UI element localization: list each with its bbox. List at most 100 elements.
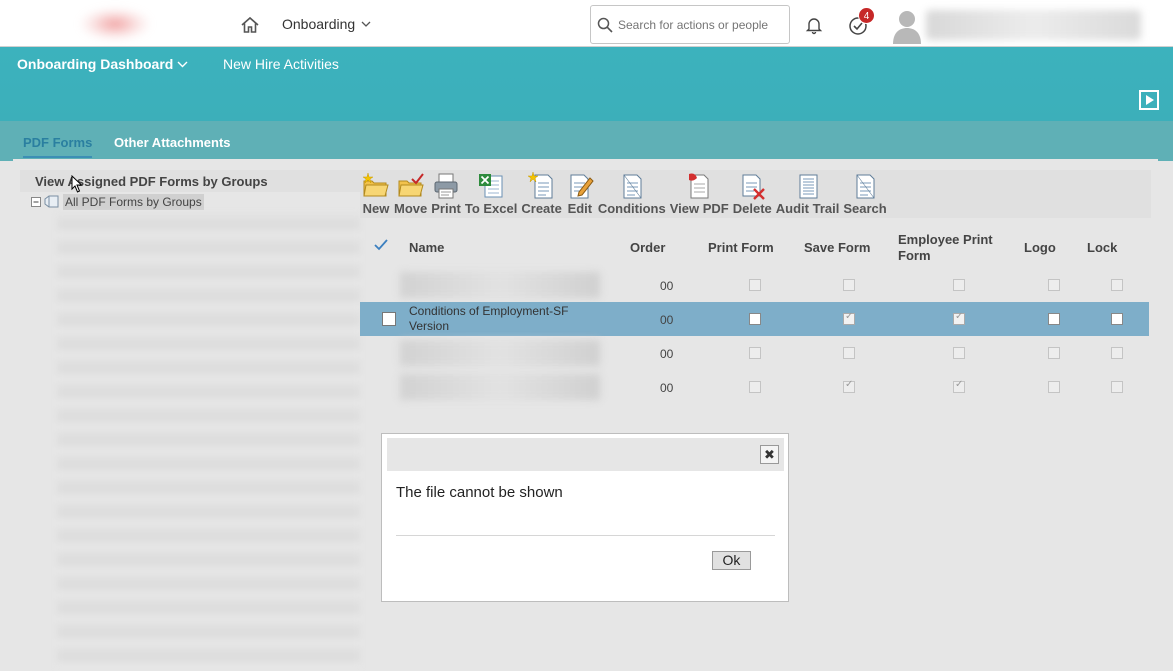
dialog-divider [396, 535, 775, 536]
bell-icon[interactable] [804, 15, 824, 35]
delete-button[interactable]: Delete [731, 170, 774, 216]
move-label: Move [394, 201, 428, 216]
forms-group-icon [44, 195, 59, 208]
avatar[interactable] [892, 8, 922, 44]
select-all-check-icon[interactable] [374, 239, 388, 251]
save-form-checkbox[interactable] [843, 347, 855, 359]
employee-print-form-checkbox[interactable] [953, 347, 965, 359]
column-header-employee-print-form[interactable]: Employee Print Form [898, 232, 1008, 264]
user-name[interactable] [926, 10, 1141, 40]
tab-bar: PDF Forms Other Attachments [0, 121, 1173, 161]
home-icon[interactable] [240, 15, 260, 35]
table-row[interactable]: 00 [360, 268, 1149, 302]
module-menu-label: Onboarding [282, 16, 356, 32]
row-name [400, 374, 600, 400]
save-form-checkbox[interactable] [843, 379, 855, 393]
print-form-checkbox[interactable] [749, 313, 761, 325]
view-pdf-button[interactable]: View PDF [668, 170, 731, 216]
search-box[interactable] [590, 5, 790, 44]
search-input[interactable] [618, 17, 783, 32]
column-header-name[interactable]: Name [409, 240, 444, 255]
logo-checkbox[interactable] [1048, 279, 1060, 291]
lock-checkbox[interactable] [1111, 313, 1123, 325]
module-menu[interactable]: Onboarding [282, 16, 371, 32]
play-icon[interactable] [1139, 90, 1159, 110]
table-row[interactable]: 00 [360, 336, 1149, 370]
create-document-icon [527, 172, 553, 199]
save-form-checkbox[interactable] [843, 279, 855, 291]
conditions-icon [623, 174, 642, 199]
new-button[interactable]: New [360, 170, 392, 216]
table-row[interactable]: 00 [360, 370, 1149, 404]
top-header: Onboarding 4 [0, 0, 1173, 47]
tree-root-node[interactable]: All PDF Forms by Groups [31, 194, 204, 210]
column-header-order[interactable]: Order [630, 240, 665, 255]
lock-checkbox[interactable] [1111, 347, 1123, 359]
edit-button[interactable]: Edit [564, 170, 596, 216]
row-select-checkbox[interactable] [382, 312, 396, 326]
save-form-checkbox[interactable] [843, 311, 855, 325]
tab-other-attachments[interactable]: Other Attachments [114, 135, 231, 150]
column-header-save-form[interactable]: Save Form [804, 240, 870, 255]
edit-document-icon [570, 174, 594, 199]
search-icon [597, 17, 613, 33]
row-order: 00 [660, 313, 674, 327]
print-button[interactable]: Print [429, 170, 463, 216]
row-order: 00 [660, 381, 674, 395]
move-button[interactable]: Move [392, 170, 429, 216]
delete-label: Delete [732, 201, 772, 216]
dialog-header [387, 438, 784, 471]
printer-icon [434, 173, 458, 199]
logo-checkbox[interactable] [1048, 313, 1060, 325]
logo-checkbox[interactable] [1048, 347, 1060, 359]
pdf-icon [689, 173, 709, 199]
create-button[interactable]: Create [519, 170, 563, 216]
table-row-selected[interactable]: Conditions of Employment-SF Version 00 [360, 302, 1149, 336]
to-excel-button[interactable]: To Excel [463, 170, 520, 216]
lock-checkbox[interactable] [1111, 381, 1123, 393]
audit-trail-button[interactable]: Audit Trail [774, 170, 842, 216]
company-logo[interactable] [80, 8, 150, 40]
logo-checkbox[interactable] [1048, 381, 1060, 393]
delete-document-icon [742, 174, 766, 200]
edit-label: Edit [567, 201, 593, 216]
search-forms-button[interactable]: Search [841, 170, 888, 216]
print-label: Print [431, 201, 461, 216]
conditions-button[interactable]: Conditions [596, 170, 668, 216]
employee-print-form-checkbox[interactable] [953, 379, 965, 393]
error-dialog: ✖ The file cannot be shown Ok [381, 433, 789, 602]
audit-trail-label: Audit Trail [775, 201, 840, 216]
print-form-checkbox[interactable] [749, 347, 761, 359]
create-label: Create [521, 201, 562, 216]
search-document-icon [856, 174, 875, 199]
print-form-checkbox[interactable] [749, 279, 761, 291]
ok-button[interactable]: Ok [712, 551, 751, 570]
employee-print-form-checkbox[interactable] [953, 311, 965, 325]
todo-count-badge: 4 [858, 7, 875, 24]
row-name [400, 272, 600, 298]
column-header-logo[interactable]: Logo [1024, 240, 1056, 255]
lock-checkbox[interactable] [1111, 279, 1123, 291]
tab-pdf-forms[interactable]: PDF Forms [23, 135, 93, 158]
print-form-checkbox[interactable] [749, 381, 761, 393]
row-order: 00 [660, 347, 674, 361]
column-header-print-form[interactable]: Print Form [708, 240, 774, 255]
onboarding-dashboard-menu[interactable]: Onboarding Dashboard [17, 56, 188, 72]
chevron-down-icon [177, 61, 188, 67]
new-hire-activities-link[interactable]: New Hire Activities [223, 56, 339, 72]
mouse-cursor-icon [71, 175, 83, 193]
employee-print-form-checkbox[interactable] [953, 279, 965, 291]
search-label: Search [843, 201, 887, 216]
dashboard-nav-bar: Onboarding Dashboard New Hire Activities [0, 47, 1173, 121]
row-name [400, 340, 600, 366]
row-order: 00 [660, 279, 674, 293]
view-pdf-label: View PDF [669, 201, 729, 216]
to-excel-label: To Excel [464, 201, 518, 216]
tree-items[interactable] [57, 213, 360, 671]
collapse-icon[interactable] [31, 197, 41, 207]
column-header-lock[interactable]: Lock [1087, 240, 1117, 255]
forms-toolbar: New Move Print To Excel Create Edit Cond… [360, 170, 1151, 218]
new-label: New [362, 201, 390, 216]
close-icon[interactable]: ✖ [760, 445, 779, 464]
dashboard-label: Onboarding Dashboard [17, 56, 174, 72]
